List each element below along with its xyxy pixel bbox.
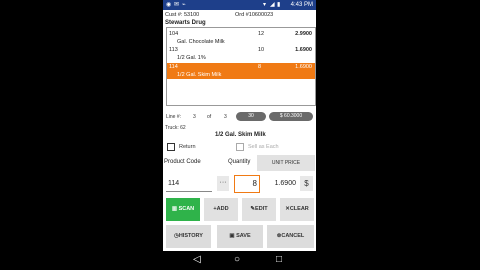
- home-icon[interactable]: ○: [234, 254, 240, 266]
- android-nav-bar: ◁ ○ □: [163, 251, 316, 270]
- item-description: Gal. Chocolate Milk: [177, 39, 225, 45]
- unit-price-field[interactable]: 1.6900: [270, 176, 296, 191]
- eye-icon: ◉: [166, 2, 172, 8]
- line-total: 3: [224, 114, 227, 120]
- item-description: 1/2 Gal. Skim Milk: [177, 72, 222, 78]
- item-price: 1.6900: [295, 47, 312, 53]
- list-item[interactable]: 113 10 1.6900 1/2 Gal. 1%: [167, 46, 315, 62]
- item-qty: 10: [258, 47, 265, 53]
- edit-button[interactable]: ✎EDIT: [242, 198, 276, 221]
- item-price: 1.6900: [295, 64, 312, 70]
- item-qty: 12: [258, 31, 265, 37]
- quantity-field[interactable]: 8: [234, 175, 260, 193]
- item-code: 113: [169, 47, 178, 53]
- barcode-icon: ▥: [171, 206, 178, 212]
- email-icon: ✉: [174, 2, 180, 8]
- selected-item-description: 1/2 Gal. Skim Milk: [215, 132, 266, 138]
- history-button[interactable]: ◷HISTORY: [166, 225, 211, 248]
- item-price: 2.9900: [295, 31, 312, 37]
- list-item[interactable]: 104 12 2.9900 Gal. Chocolate Milk: [167, 30, 315, 46]
- history-label: HISTORY: [178, 233, 203, 239]
- clear-label: CLEAR: [289, 206, 309, 212]
- line-navigation: Line #: 3 of 3 30 $ 60.3000: [163, 111, 316, 123]
- screen: { "status_bar": { "time": "4:43 PM" }, "…: [0, 0, 480, 270]
- clear-button[interactable]: ✕CLEAR: [280, 198, 314, 221]
- return-label: Return: [179, 144, 196, 150]
- scan-button[interactable]: ▥ SCAN: [166, 198, 200, 221]
- recents-icon[interactable]: □: [276, 254, 282, 266]
- cancel-button[interactable]: ⊗CANCEL: [267, 225, 314, 248]
- customer-number: Cust #: 53100: [165, 12, 200, 18]
- status-time: 4:43 PM: [290, 2, 313, 8]
- usb-icon: ⌁: [182, 2, 186, 8]
- save-button[interactable]: ▣ SAVE: [217, 225, 263, 248]
- order-total-pill[interactable]: $ 60.3000: [269, 112, 313, 121]
- order-items-list[interactable]: 104 12 2.9900 Gal. Chocolate Milk 113 10…: [166, 27, 316, 106]
- list-item-selected[interactable]: 114 8 1.6900 1/2 Gal. Skim Milk: [167, 63, 315, 79]
- status-bar: ◉ ✉ ⌁ ▾ ◢ ▮ 4:43 PM: [163, 0, 316, 10]
- add-button[interactable]: +ADD: [204, 198, 238, 221]
- product-code-label: Product Code: [164, 159, 201, 165]
- customer-name: Stewarts Drug: [165, 20, 206, 26]
- back-icon[interactable]: ◁: [193, 254, 201, 266]
- product-code-field[interactable]: 114: [166, 176, 212, 192]
- scan-label: SCAN: [178, 206, 195, 212]
- phone-screen: ◉ ✉ ⌁ ▾ ◢ ▮ 4:43 PM Cust #: 53100 Ord #1…: [163, 0, 316, 270]
- quantity-label: Quantity: [228, 159, 251, 165]
- item-description: 1/2 Gal. 1%: [177, 55, 206, 61]
- order-number: Ord #10600023: [235, 12, 274, 18]
- return-checkbox[interactable]: [167, 143, 175, 151]
- truck-number: Truck: 62: [165, 125, 186, 131]
- add-label: ADD: [216, 206, 229, 212]
- item-code: 104: [169, 31, 179, 37]
- of-label: of: [207, 114, 212, 120]
- cancel-label: CANCEL: [281, 233, 305, 239]
- floppy-icon: ▣: [229, 233, 235, 239]
- unit-price-button[interactable]: UNIT PRICE: [257, 155, 315, 171]
- price-override-button[interactable]: $: [300, 176, 313, 191]
- sell-as-each-checkbox[interactable]: [236, 143, 244, 151]
- save-label: SAVE: [236, 233, 251, 239]
- wifi-icon: ▾: [263, 2, 267, 8]
- battery-icon: ▮: [277, 2, 281, 8]
- product-lookup-button[interactable]: ···: [217, 176, 229, 191]
- item-count-pill[interactable]: 30: [236, 112, 266, 121]
- item-code: 114: [169, 64, 178, 70]
- line-number: 3: [193, 114, 196, 120]
- line-label: Line #:: [166, 114, 182, 120]
- edit-label: EDIT: [255, 206, 268, 212]
- item-qty: 8: [258, 64, 262, 70]
- signal-icon: ◢: [270, 2, 275, 8]
- sell-as-each-label: Sell as Each: [248, 144, 279, 150]
